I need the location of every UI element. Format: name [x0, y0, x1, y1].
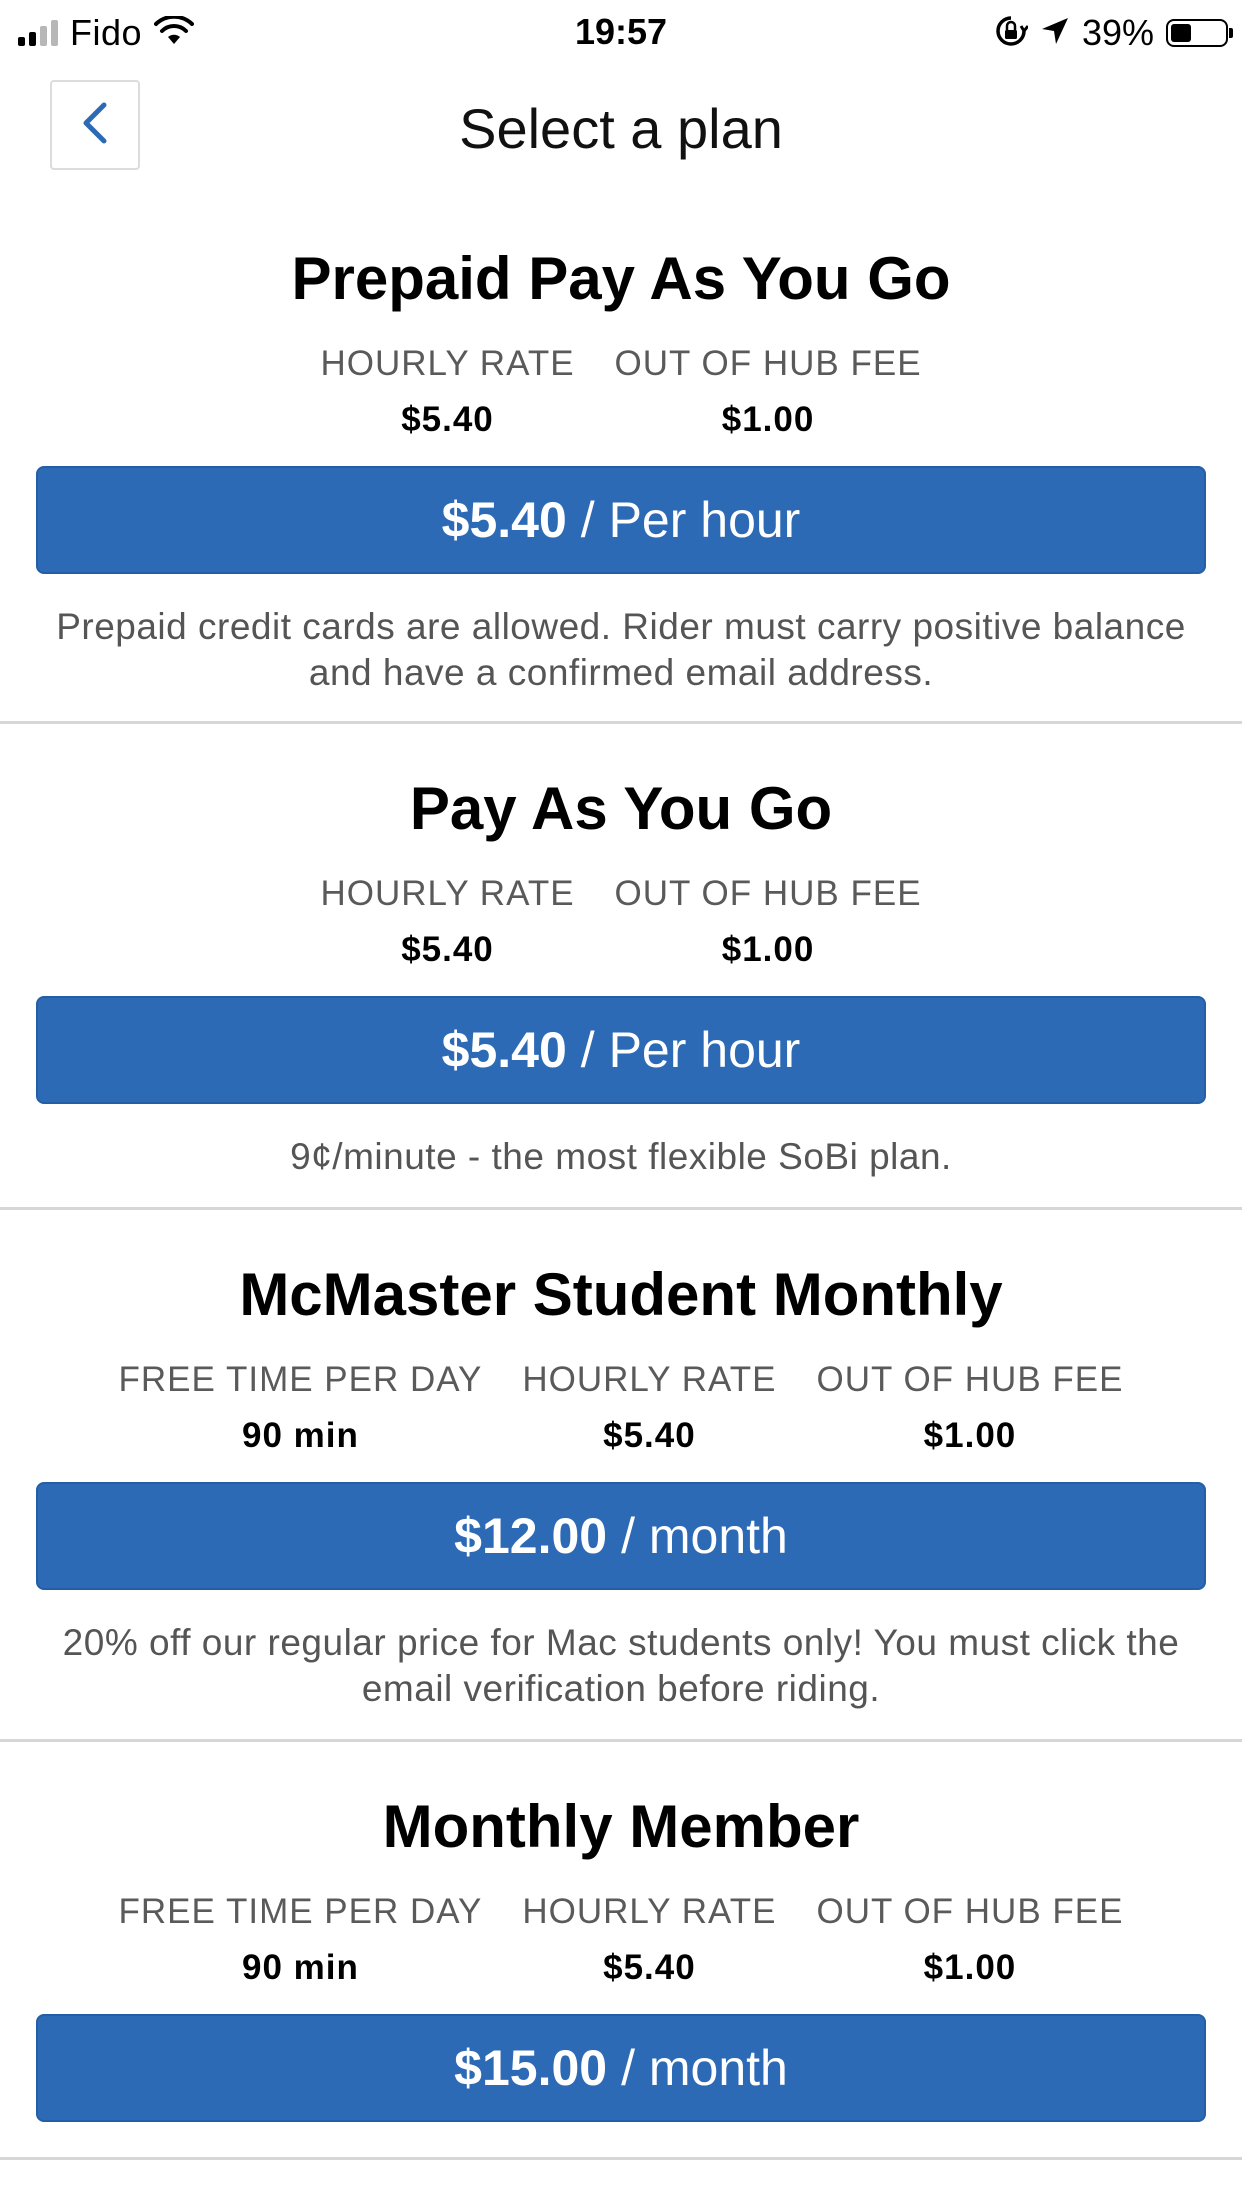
plan-title: McMaster Student Monthly — [239, 1261, 1003, 1328]
stat-label: OUT OF HUB FEE — [614, 344, 922, 383]
plan-description: 20% off our regular price for Mac studen… — [62, 1622, 1180, 1709]
stat-label: OUT OF HUB FEE — [816, 1892, 1124, 1931]
select-plan-button[interactable]: $5.40 / Per hour — [36, 466, 1206, 574]
price-period: / month — [621, 1508, 788, 1564]
stat-value: 90 min — [242, 1948, 359, 1987]
stat-out-of-hub-fee: OUT OF HUB FEE $1.00 — [615, 874, 922, 970]
stat-value: $5.40 — [603, 1948, 696, 1987]
select-plan-button[interactable]: $5.40 / Per hour — [36, 996, 1206, 1104]
plan-card: Pay As You Go HOURLY RATE $5.40 OUT OF H… — [0, 724, 1242, 1210]
stat-label: HOURLY RATE — [522, 1892, 777, 1931]
stat-hourly-rate: HOURLY RATE $5.40 — [522, 1360, 776, 1456]
battery-icon — [1166, 19, 1233, 47]
stat-label: OUT OF HUB FEE — [614, 874, 922, 913]
price-period: / month — [621, 2040, 788, 2096]
orientation-lock-icon — [994, 14, 1030, 53]
stat-out-of-hub-fee: OUT OF HUB FEE $1.00 — [816, 1360, 1123, 1456]
status-bar: Fido 19:57 39% — [0, 0, 1242, 64]
stat-value: 90 min — [242, 1416, 359, 1455]
stat-value: $1.00 — [721, 930, 815, 969]
plan-card: McMaster Student Monthly FREE TIME PER D… — [0, 1210, 1242, 1742]
battery-percent: 39% — [1081, 12, 1154, 53]
stat-value: $5.40 — [603, 1416, 696, 1455]
plan-title: Pay As You Go — [409, 775, 833, 842]
stat-label: OUT OF HUB FEE — [816, 1360, 1124, 1399]
stat-label: HOURLY RATE — [522, 1360, 777, 1399]
plan-title: Monthly Member — [382, 1793, 860, 1860]
price-period: / Per hour — [580, 492, 801, 548]
stat-out-of-hub-fee: OUT OF HUB FEE $1.00 — [615, 344, 922, 440]
location-arrow-icon — [1040, 16, 1070, 51]
plan-card: Monthly Member FREE TIME PER DAY 90 min … — [0, 1742, 1242, 2160]
stat-free-time-per-day: FREE TIME PER DAY 90 min — [119, 1360, 483, 1456]
select-plan-button[interactable]: $12.00 / month — [36, 1482, 1206, 1590]
plan-description: 9¢/minute - the most flexible SoBi plan. — [290, 1136, 952, 1177]
plan-card: Prepaid Pay As You Go HOURLY RATE $5.40 … — [0, 194, 1242, 724]
stat-label: HOURLY RATE — [320, 344, 575, 383]
stat-value: $5.40 — [401, 400, 494, 439]
page-title: Select a plan — [459, 97, 783, 160]
stat-hourly-rate: HOURLY RATE $5.40 — [522, 1892, 776, 1988]
plan-stats: FREE TIME PER DAY 90 min HOURLY RATE $5.… — [0, 1892, 1242, 1988]
price-amount: $12.00 — [454, 1508, 608, 1564]
plan-stats: FREE TIME PER DAY 90 min HOURLY RATE $5.… — [0, 1360, 1242, 1456]
stat-value: $1.00 — [923, 1948, 1017, 1987]
stat-value: $5.40 — [401, 930, 494, 969]
stat-label: FREE TIME PER DAY — [118, 1892, 483, 1931]
price-amount: $5.40 — [441, 1022, 567, 1078]
stat-label: FREE TIME PER DAY — [118, 1360, 483, 1399]
price-amount: $15.00 — [454, 2040, 608, 2096]
plan-stats: HOURLY RATE $5.40 OUT OF HUB FEE $1.00 — [0, 344, 1242, 440]
stat-hourly-rate: HOURLY RATE $5.40 — [320, 344, 574, 440]
stat-value: $1.00 — [923, 1416, 1017, 1455]
nav-header: Select a plan — [0, 64, 1242, 194]
stat-hourly-rate: HOURLY RATE $5.40 — [320, 874, 574, 970]
stat-free-time-per-day: FREE TIME PER DAY 90 min — [119, 1892, 483, 1988]
stat-label: HOURLY RATE — [320, 874, 575, 913]
price-amount: $5.40 — [441, 492, 567, 548]
status-right: 39% — [994, 12, 1233, 54]
plan-description: Prepaid credit cards are allowed. Rider … — [56, 606, 1186, 693]
stat-out-of-hub-fee: OUT OF HUB FEE $1.00 — [816, 1892, 1123, 1988]
stat-value: $1.00 — [721, 400, 815, 439]
plan-title: Prepaid Pay As You Go — [291, 245, 951, 312]
plan-stats: HOURLY RATE $5.40 OUT OF HUB FEE $1.00 — [0, 874, 1242, 970]
select-plan-button[interactable]: $15.00 / month — [36, 2014, 1206, 2122]
price-period: / Per hour — [580, 1022, 801, 1078]
